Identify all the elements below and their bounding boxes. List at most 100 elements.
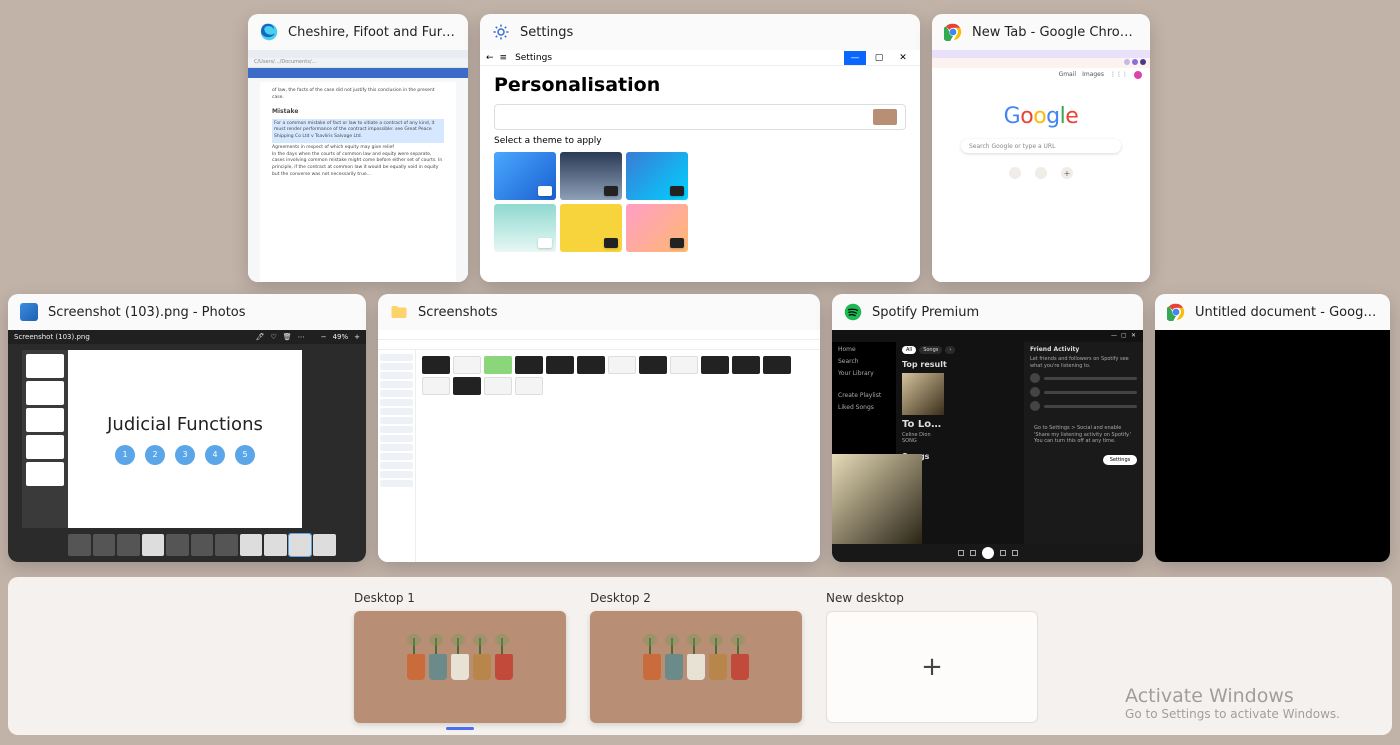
window-spotify[interactable]: Spotify Premium —▢✕ Home Search Your Lib… — [832, 294, 1143, 562]
nav-item[interactable]: Search — [838, 358, 890, 366]
theme-option[interactable] — [560, 152, 622, 200]
window-explorer[interactable]: Screenshots — [378, 294, 820, 562]
shuffle-icon[interactable] — [958, 550, 964, 556]
watermark-title: Activate Windows — [1125, 685, 1340, 707]
doc-line: of law, the facts of the case did not ju… — [272, 88, 434, 100]
activate-windows-watermark: Activate Windows Go to Settings to activ… — [1125, 685, 1340, 721]
chrome-search[interactable]: Search Google or type a URL — [961, 139, 1121, 153]
desktop-2: Desktop 2 — [590, 591, 802, 723]
window-docs-thumb[interactable] — [1155, 330, 1390, 562]
player-bar — [832, 544, 1143, 562]
friend-hint: Go to Settings > Social and enable 'Shar… — [1030, 421, 1137, 449]
window-docs-header: Untitled document - Google Do… — [1155, 294, 1390, 330]
window-explorer-title: Screenshots — [418, 305, 498, 320]
nav-item[interactable]: Home — [838, 346, 890, 354]
theme-option[interactable] — [560, 204, 622, 252]
theme-option[interactable] — [626, 152, 688, 200]
maximize-icon[interactable]: ▢ — [868, 51, 890, 65]
chrome-icon — [1167, 303, 1185, 321]
slide-title: Judicial Functions — [107, 414, 263, 435]
settings-hamburger-icon[interactable]: ≡ — [500, 53, 508, 63]
chip[interactable]: Songs — [919, 346, 942, 354]
window-settings-thumb[interactable]: ← ≡ Settings — ▢ ✕ Personalisation Selec… — [480, 50, 920, 282]
zoom-level: 49% — [333, 333, 349, 341]
theme-option[interactable] — [494, 204, 556, 252]
window-photos-title: Screenshot (103).png - Photos — [48, 305, 246, 320]
desktop-1-thumb[interactable] — [354, 611, 566, 723]
window-edge[interactable]: Cheshire, Fifoot and Furmsto… C/Users/..… — [248, 14, 468, 282]
window-docs[interactable]: Untitled document - Google Do… — [1155, 294, 1390, 562]
settings-hint: Select a theme to apply — [494, 136, 920, 146]
section-heading: Top result — [902, 360, 1018, 369]
desktop-1: Desktop 1 — [354, 591, 566, 723]
task-row-1: Cheshire, Fifoot and Furmsto… C/Users/..… — [248, 14, 1150, 282]
play-icon[interactable] — [982, 547, 994, 559]
window-edge-title: Cheshire, Fifoot and Furmsto… — [288, 25, 456, 40]
chip-more[interactable]: › — [945, 346, 955, 354]
window-edge-thumb[interactable]: C/Users/.../Documents/... of law, the fa… — [248, 50, 468, 282]
nav-item[interactable]: Your Library — [838, 370, 890, 378]
shortcut[interactable] — [1035, 167, 1047, 179]
doc-line: Agreements in respect of which equity ma… — [272, 145, 394, 150]
window-docs-title: Untitled document - Google Do… — [1195, 305, 1378, 320]
photos-icon — [20, 303, 38, 321]
photos-filename: Screenshot (103).png — [14, 333, 90, 341]
folder-icon — [390, 303, 408, 321]
desktop-label: Desktop 1 — [354, 591, 566, 605]
window-photos-thumb[interactable]: Screenshot (103).png 🖊♡🗑⋯−49%+ Judicial … — [8, 330, 366, 562]
plus-icon: + — [921, 652, 943, 682]
chrome-shortcuts: + — [932, 167, 1150, 179]
doc-highlight: For a common mistake of fact or law to v… — [272, 119, 444, 143]
friend-sub: Let friends and followers on Spotify see… — [1030, 356, 1137, 369]
new-desktop-button[interactable]: + — [826, 611, 1038, 723]
add-shortcut[interactable]: + — [1061, 167, 1073, 179]
window-settings[interactable]: Settings ← ≡ Settings — ▢ ✕ Personalisat… — [480, 14, 920, 282]
window-chrome-title: New Tab - Google Chrome — [972, 25, 1138, 40]
spotify-icon — [844, 303, 862, 321]
new-desktop: New desktop + — [826, 591, 1038, 723]
window-edge-header: Cheshire, Fifoot and Furmsto… — [248, 14, 468, 50]
window-chrome-thumb[interactable]: GmailImages⋮⋮⋮ Google Search Google or t… — [932, 50, 1150, 282]
settings-inner-title: Settings — [515, 53, 552, 63]
google-logo: Google — [1002, 104, 1080, 129]
task-row-2: Screenshot (103).png - Photos Screenshot… — [8, 294, 1390, 562]
minimize-icon[interactable]: — — [844, 51, 866, 65]
close-icon[interactable]: ✕ — [892, 51, 914, 65]
window-photos[interactable]: Screenshot (103).png - Photos Screenshot… — [8, 294, 366, 562]
theme-option[interactable] — [494, 152, 556, 200]
desktop-label: New desktop — [826, 591, 1038, 605]
theme-option[interactable] — [626, 204, 688, 252]
prev-icon[interactable] — [970, 550, 976, 556]
repeat-icon[interactable] — [1012, 550, 1018, 556]
window-chrome[interactable]: New Tab - Google Chrome GmailImages⋮⋮⋮ G… — [932, 14, 1150, 282]
watermark-sub: Go to Settings to activate Windows. — [1125, 707, 1340, 721]
settings-back-icon[interactable]: ← — [486, 53, 494, 63]
window-spotify-thumb[interactable]: —▢✕ Home Search Your Library Create Play… — [832, 330, 1143, 562]
nav-item[interactable]: Create Playlist — [838, 392, 890, 400]
friend-title: Friend Activity — [1030, 346, 1137, 353]
theme-preview — [494, 104, 906, 130]
track-title: To Lo… — [902, 419, 1018, 430]
track-tag: SONG — [902, 438, 1018, 444]
edge-icon — [260, 23, 278, 41]
friend-settings-button[interactable]: Settings — [1103, 455, 1137, 465]
theme-grid — [494, 152, 694, 252]
window-explorer-thumb[interactable] — [378, 330, 820, 562]
settings-heading: Personalisation — [494, 74, 920, 96]
now-playing-art[interactable] — [832, 454, 922, 544]
window-spotify-header: Spotify Premium — [832, 294, 1143, 330]
next-icon[interactable] — [1000, 550, 1006, 556]
nav-item[interactable]: Liked Songs — [838, 404, 890, 412]
shortcut[interactable] — [1009, 167, 1021, 179]
desktop-2-thumb[interactable] — [590, 611, 802, 723]
window-chrome-header: New Tab - Google Chrome — [932, 14, 1150, 50]
doc-heading: Mistake — [272, 107, 444, 116]
settings-icon — [492, 23, 510, 41]
window-settings-title: Settings — [520, 25, 573, 40]
chip[interactable]: All — [902, 346, 916, 354]
window-spotify-title: Spotify Premium — [872, 305, 979, 320]
window-settings-header: Settings — [480, 14, 920, 50]
album-cover[interactable] — [902, 373, 944, 415]
window-explorer-header: Screenshots — [378, 294, 820, 330]
desktop-label: Desktop 2 — [590, 591, 802, 605]
